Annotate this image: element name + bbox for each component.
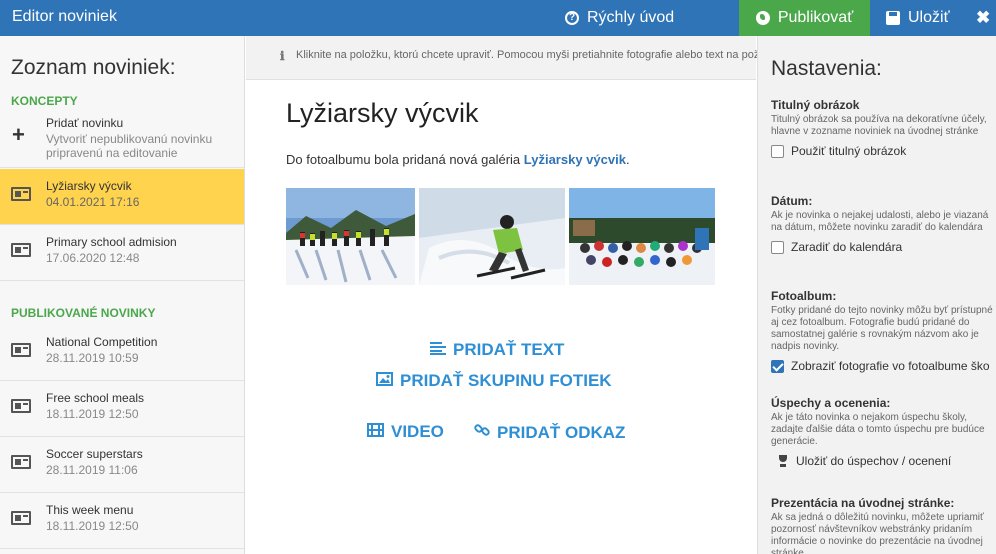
list-item-published-1[interactable]: National Competition 28.11.2019 10:59 <box>0 325 244 381</box>
cover-image-check-label: Použiť titulný obrázok <box>791 144 907 158</box>
published-heading: PUBLIKOVANÉ NOVINKY <box>11 306 156 320</box>
close-icon[interactable]: ✖ <box>976 8 990 28</box>
achievements-setting: Úspechy a ocenenia: Ak je táto novinka o… <box>771 396 993 468</box>
item-title: Free school meals <box>46 391 145 405</box>
gallery-photo-2[interactable] <box>419 188 565 285</box>
list-item-published-4[interactable]: This week menu 18.11.2019 12:50 <box>0 493 244 549</box>
item-title: Lyžiarsky výcvik <box>46 179 132 193</box>
item-title: This week menu <box>46 503 134 517</box>
add-video-label: VIDEO <box>391 422 444 441</box>
album-checkbox[interactable]: Zobraziť fotografie vo fotoalbume ško <box>771 359 993 373</box>
newspaper-icon <box>11 343 31 357</box>
cover-image-setting: Titulný obrázok Titulný obrázok sa použí… <box>771 98 993 158</box>
trophy-icon <box>777 455 789 467</box>
add-link-button[interactable]: PRIDAŤ ODKAZ <box>474 422 625 443</box>
newspaper-icon <box>11 243 31 257</box>
save-button[interactable]: Uložiť <box>870 0 960 36</box>
top-bar: Editor noviniek ? Rýchly úvod Publikovať… <box>0 0 996 36</box>
add-photo-group-button[interactable]: PRIDAŤ SKUPINU FOTIEK <box>376 371 612 391</box>
homepage-desc: Ak sa jedná o dôležitú novinku, môžete u… <box>771 512 984 554</box>
achievements-label: Úspechy a ocenenia: <box>771 396 891 410</box>
quickstart-button[interactable]: ? Rýchly úvod <box>565 9 674 27</box>
article-text[interactable]: Do fotoalbumu bola pridaná nová galéria … <box>286 152 630 167</box>
info-bar: ℹ Kliknite na položku, ktorú chcete upra… <box>246 36 840 80</box>
album-label: Fotoalbum: <box>771 289 837 303</box>
checkbox-unchecked[interactable] <box>771 240 784 254</box>
drafts-heading: KONCEPTY <box>11 94 78 108</box>
album-desc: Fotky pridané do tejto novinky môžu byť … <box>771 305 993 352</box>
item-date: 04.01.2021 17:16 <box>46 195 140 209</box>
publish-label: Publikovať <box>777 9 854 26</box>
gallery-photo-3[interactable] <box>569 188 715 285</box>
item-date: 18.11.2019 12:50 <box>46 407 139 421</box>
list-item-published-3[interactable]: Soccer superstars 28.11.2019 11:06 <box>0 437 244 493</box>
newspaper-icon <box>11 399 31 413</box>
cover-image-checkbox[interactable]: Použiť titulný obrázok <box>771 144 993 158</box>
item-title: Primary school admision <box>46 235 177 249</box>
add-text-label: PRIDAŤ TEXT <box>453 340 565 359</box>
date-setting: Dátum: Ak je novinka o nejakej udalosti,… <box>771 194 993 254</box>
add-link-label: PRIDAŤ ODKAZ <box>497 422 626 442</box>
calendar-checkbox[interactable]: Zaradiť do kalendára <box>771 240 993 254</box>
add-video-button[interactable]: VIDEO <box>367 422 444 442</box>
globe-icon <box>755 11 770 25</box>
date-desc: Ak je novinka o nejakej udalosti, alebo … <box>771 210 989 233</box>
gallery-photo-1[interactable] <box>286 188 415 285</box>
article-editor: Lyžiarsky výcvik Do fotoalbumu bola prid… <box>246 80 756 554</box>
item-title: National Competition <box>46 335 158 349</box>
help-icon: ? <box>565 11 579 25</box>
save-achievement-label: Uložiť do úspechov / ocenení <box>796 454 952 468</box>
date-label: Dátum: <box>771 194 813 208</box>
checkbox-checked[interactable] <box>771 359 784 373</box>
cover-image-desc: Titulný obrázok sa používa na dekoratívn… <box>771 114 987 137</box>
settings-panel: Nastavenia: Titulný obrázok Titulný obrá… <box>757 36 996 554</box>
gallery-link[interactable]: Lyžiarsky výcvik <box>524 152 626 167</box>
calendar-check-label: Zaradiť do kalendára <box>791 240 903 254</box>
list-item-draft-1[interactable]: Lyžiarsky výcvik 04.01.2021 17:16 <box>0 169 244 225</box>
sidebar-title: Zoznam noviniek: <box>11 56 176 79</box>
album-check-label: Zobraziť fotografie vo fotoalbume ško <box>791 359 990 373</box>
info-icon: ℹ <box>280 49 285 63</box>
add-news-subtitle: Vytvoriť nepublikovanú novinku pripraven… <box>46 132 213 160</box>
image-icon <box>376 371 393 391</box>
newspaper-icon <box>11 455 31 469</box>
item-date: 28.11.2019 11:06 <box>46 463 138 477</box>
quickstart-label: Rýchly úvod <box>587 9 675 26</box>
list-item-published-2[interactable]: Free school meals 18.11.2019 12:50 <box>0 381 244 437</box>
list-item-draft-2[interactable]: Primary school admision 17.06.2020 12:48 <box>0 225 244 281</box>
item-date: 18.11.2019 12:50 <box>46 519 139 533</box>
app-title: Editor noviniek <box>12 8 117 25</box>
add-photo-group-label: PRIDAŤ SKUPINU FOTIEK <box>400 371 612 390</box>
cover-image-label: Titulný obrázok <box>771 98 860 112</box>
album-setting: Fotoalbum: Fotky pridané do tejto novink… <box>771 289 993 373</box>
news-list-sidebar: Zoznam noviniek: KONCEPTY + Pridať novin… <box>0 36 245 554</box>
save-achievement-button[interactable]: Uložiť do úspechov / ocenení <box>771 454 993 468</box>
add-text-button[interactable]: PRIDAŤ TEXT <box>430 340 564 360</box>
link-icon <box>474 422 490 443</box>
item-date: 28.11.2019 10:59 <box>46 351 139 365</box>
plus-icon: + <box>12 122 25 147</box>
checkbox-unchecked[interactable] <box>771 144 784 158</box>
film-icon <box>367 422 384 442</box>
article-title[interactable]: Lyžiarsky výcvik <box>286 98 479 129</box>
text-align-icon <box>430 340 446 360</box>
item-date: 17.06.2020 12:48 <box>46 251 140 265</box>
homepage-setting: Prezentácia na úvodnej stránke: Ak sa je… <box>771 496 993 554</box>
publish-button[interactable]: Publikovať <box>739 0 870 36</box>
newspaper-icon <box>11 511 31 525</box>
item-title: Soccer superstars <box>46 447 143 461</box>
article-text-suffix: . <box>625 152 630 167</box>
article-text-prefix: Do fotoalbumu bola pridaná nová galéria <box>286 152 524 167</box>
newspaper-icon <box>11 187 31 201</box>
save-icon <box>886 11 900 25</box>
achievements-desc: Ak je táto novinka o nejakom úspechu ško… <box>771 412 985 447</box>
homepage-label: Prezentácia na úvodnej stránke: <box>771 496 955 510</box>
save-label: Uložiť <box>908 9 950 26</box>
settings-title: Nastavenia: <box>771 57 882 80</box>
add-news-title: Pridať novinku <box>46 116 124 130</box>
add-news-button[interactable]: + Pridať novinku Vytvoriť nepublikovanú … <box>0 108 244 168</box>
